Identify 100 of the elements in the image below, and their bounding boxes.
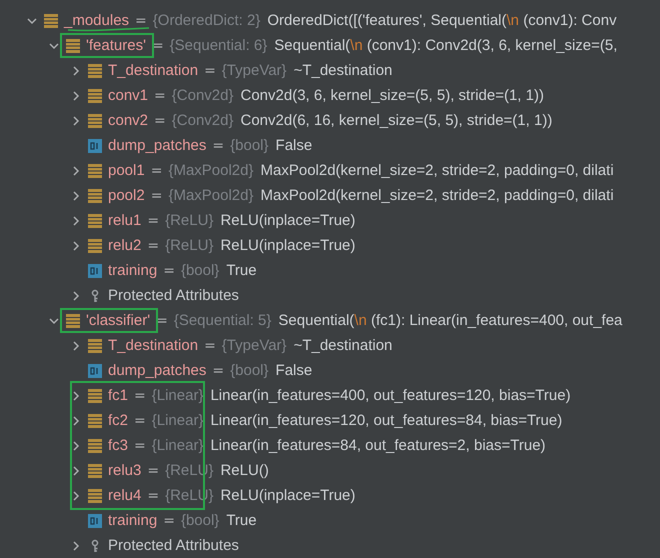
variable-type: {bool} <box>230 362 269 379</box>
equals-sign: = <box>134 412 146 428</box>
stacked-bars-icon <box>88 464 102 478</box>
boolean-icon <box>88 514 102 528</box>
equals-sign: = <box>150 188 162 204</box>
variable-value: ReLU(inplace=True) <box>220 237 356 254</box>
equals-sign: = <box>154 112 166 128</box>
variable-name: relu1 <box>108 212 142 229</box>
equals-sign: = <box>147 488 160 504</box>
variable-value: ReLU() <box>220 462 269 479</box>
expanded-chevron-icon[interactable] <box>49 40 59 50</box>
variable-value: ~T_destination <box>294 62 392 79</box>
variable-name: relu4 <box>108 487 142 504</box>
variable-name: 'features' <box>86 37 146 54</box>
variable-name: conv1 <box>108 87 148 104</box>
variable-type: {Conv2d} <box>172 87 234 104</box>
variable-name: T_destination <box>108 62 198 79</box>
equals-sign: = <box>212 138 224 154</box>
variable-value: ~T_destination <box>294 337 392 354</box>
collapsed-chevron-icon[interactable] <box>71 190 81 200</box>
variable-value: MaxPool2d(kernel_size=2, stride=2, padding=0, dilati <box>260 187 614 204</box>
collapsed-chevron-icon[interactable] <box>71 240 81 250</box>
variable-value: Linear(in_features=120, out_features=84, bias=True) <box>210 412 562 429</box>
variable-type: {Linear} <box>152 387 204 404</box>
collapsed-chevron-icon[interactable] <box>71 540 81 550</box>
collapsed-chevron-icon[interactable] <box>71 116 81 126</box>
stacked-bars-icon <box>88 114 102 128</box>
variable-type: {TypeVar} <box>222 337 287 354</box>
collapsed-chevron-icon[interactable] <box>71 416 81 426</box>
stacked-bars-icon <box>88 388 102 402</box>
equals-sign: = <box>163 262 175 278</box>
stacked-bars-icon <box>88 438 102 452</box>
equals-sign: = <box>147 238 160 254</box>
collapsed-chevron-icon[interactable] <box>71 90 81 100</box>
expanded-chevron-icon[interactable] <box>49 316 59 326</box>
equals-sign: = <box>147 462 160 478</box>
collapsed-chevron-icon[interactable] <box>71 340 81 350</box>
variable-name: 'classifier' <box>86 312 150 329</box>
variable-type: {TypeVar} <box>222 62 287 79</box>
variable-name: fc3 <box>108 437 128 454</box>
variable-value: Conv2d(6, 16, kernel_size=(5, 5), stride=(1, 1)) <box>240 112 552 129</box>
stacked-bars-icon <box>88 214 102 228</box>
equals-sign: = <box>134 438 146 454</box>
variable-value: ReLU(inplace=True) <box>220 212 356 229</box>
equals-sign: = <box>134 388 146 404</box>
stacked-bars-icon <box>88 64 102 78</box>
variable-name: conv2 <box>108 112 148 129</box>
equals-sign: = <box>135 12 147 28</box>
equals-sign: = <box>212 362 224 378</box>
stacked-bars-icon <box>66 38 80 52</box>
variable-value: True <box>226 512 257 529</box>
variable-name: T_destination <box>108 337 198 354</box>
variable-type: {Sequential: 6} <box>170 37 268 54</box>
variable-type: {bool} <box>180 262 220 279</box>
expanded-chevron-icon[interactable] <box>27 16 37 26</box>
equals-sign: = <box>204 338 216 354</box>
variable-name: pool1 <box>108 162 145 179</box>
variable-value: False <box>276 362 312 379</box>
variable-type: {Linear} <box>152 412 204 429</box>
collapsed-chevron-icon[interactable] <box>71 466 81 476</box>
variable-value: Sequential(\n (conv1): Conv2d(3, 6, kernel_size=(5, <box>274 37 618 54</box>
variable-name: dump_patches <box>108 137 206 154</box>
collapsed-chevron-icon[interactable] <box>71 166 81 176</box>
group-label: Protected Attributes <box>108 287 239 304</box>
stacked-bars-icon <box>88 414 102 428</box>
variable-value: True <box>226 262 257 279</box>
stacked-bars-icon <box>88 238 102 252</box>
stacked-bars-icon <box>88 88 102 102</box>
variable-type: {MaxPool2d} <box>168 187 254 204</box>
variable-value: Sequential(\n (fc1): Linear(in_features=400, out_fea <box>278 312 622 329</box>
variable-name: relu2 <box>108 237 142 254</box>
variable-type: {Linear} <box>152 437 204 454</box>
variable-name: pool2 <box>108 187 145 204</box>
equals-sign: = <box>204 62 216 78</box>
stacked-bars-icon <box>88 164 102 178</box>
stacked-bars-icon <box>88 488 102 502</box>
variable-value: Conv2d(3, 6, kernel_size=(5, 5), stride=(1, 1)) <box>240 87 544 104</box>
equals-sign: = <box>150 162 162 178</box>
collapsed-chevron-icon[interactable] <box>71 490 81 500</box>
variable-type: {Sequential: 5} <box>174 312 272 329</box>
variable-type: {ReLU} <box>165 212 214 229</box>
collapsed-chevron-icon[interactable] <box>71 66 81 76</box>
variable-name: fc1 <box>108 387 128 404</box>
variable-value: Linear(in_features=84, out_features=2, bias=True) <box>210 437 546 454</box>
variable-value: MaxPool2d(kernel_size=2, stride=2, padding=0, dilati <box>260 162 614 179</box>
variable-type: {bool} <box>230 137 269 154</box>
collapsed-chevron-icon[interactable] <box>71 216 81 226</box>
collapsed-chevron-icon[interactable] <box>71 440 81 450</box>
variable-name: training <box>108 262 158 279</box>
stacked-bars-icon <box>88 338 102 352</box>
collapsed-chevron-icon[interactable] <box>71 390 81 400</box>
variable-name: _modules <box>64 12 130 29</box>
variable-name: relu3 <box>108 462 142 479</box>
variable-value: ReLU(inplace=True) <box>220 487 356 504</box>
stacked-bars-icon <box>66 314 80 328</box>
variable-type: {ReLU} <box>165 237 214 254</box>
variable-value: OrderedDict([('features', Sequential(\n (conv1): Conv <box>267 12 617 29</box>
equals-sign: = <box>163 512 175 528</box>
collapsed-chevron-icon[interactable] <box>71 290 81 300</box>
stacked-bars-icon <box>88 188 102 202</box>
